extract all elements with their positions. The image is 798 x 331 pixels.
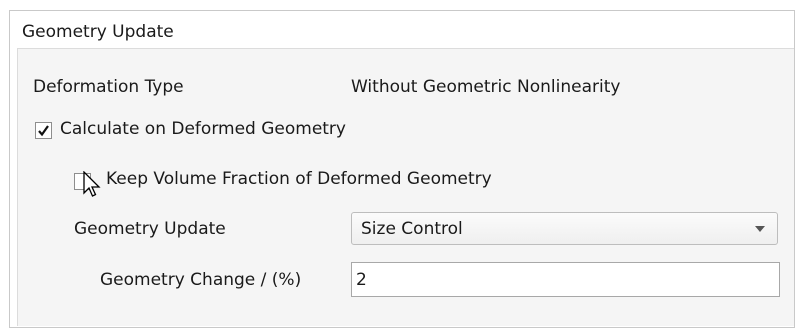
- panel-title: Geometry Update: [22, 22, 174, 42]
- mouse-pointer-icon: [83, 171, 101, 197]
- deformation-type-value: Without Geometric Nonlinearity: [351, 77, 621, 97]
- geometry-update-label: Geometry Update: [74, 219, 226, 239]
- deformation-type-label: Deformation Type: [33, 77, 184, 97]
- geometry-change-label: Geometry Change / (%): [100, 270, 302, 290]
- geometry-update-select[interactable]: Size Control: [351, 212, 778, 245]
- calculate-deformed-label: Calculate on Deformed Geometry: [60, 119, 346, 139]
- geometry-change-input[interactable]: [351, 262, 780, 297]
- geometry-update-selected: Size Control: [361, 219, 463, 239]
- keep-volume-fraction-label: Keep Volume Fraction of Deformed Geometr…: [106, 169, 492, 189]
- checkmark-icon: [38, 125, 49, 137]
- calculate-deformed-checkbox[interactable]: [35, 122, 52, 139]
- chevron-down-icon[interactable]: [755, 226, 765, 232]
